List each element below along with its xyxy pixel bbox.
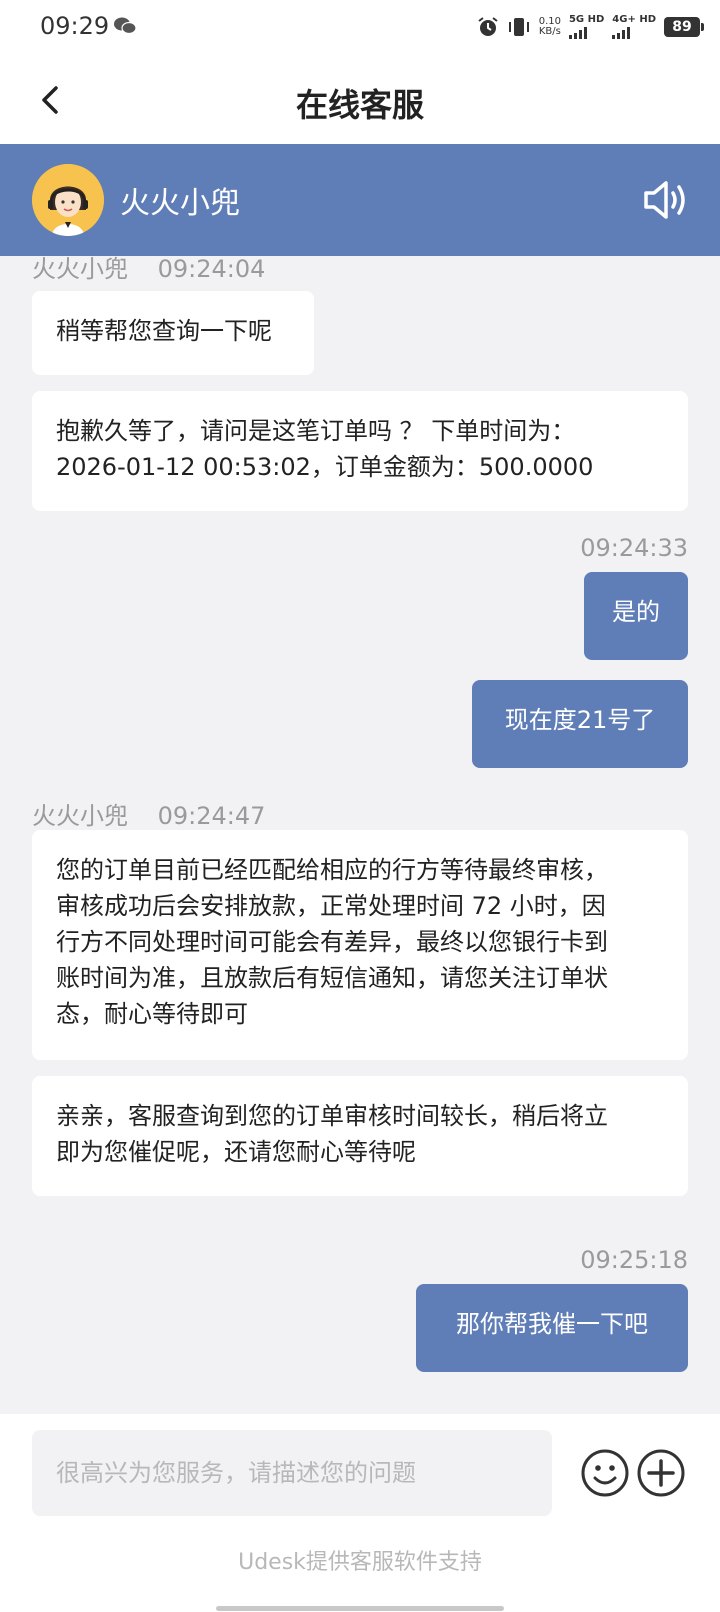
message-line: 态，耐心等待即可 (56, 1000, 248, 1028)
chat-page: 09:29 0.10 KB/s 5G HD 4G+ HD 89 在线客服 火火小… (0, 0, 720, 1612)
sender-name: 火火小兜 (32, 255, 128, 283)
agent-message-bubble: 您的订单目前已经匹配给相应的行方等待最终审核， 审核成功后会安排放款，正常处理时… (32, 830, 688, 1060)
alarm-icon (478, 17, 498, 36)
powered-by-text: Udesk提供客服软件支持 (238, 1550, 482, 1575)
message-time: 09:24:47 (157, 802, 266, 830)
emoji-icon[interactable] (580, 1448, 630, 1498)
plus-circle-icon[interactable] (636, 1448, 686, 1498)
signal-4g: 4G+ HD (612, 15, 656, 39)
message-time: 09:24:04 (157, 255, 266, 283)
speed-unit: KB/s (538, 26, 561, 37)
status-time: 09:29 (40, 12, 110, 40)
status-indicators: 0.10 KB/s 5G HD 4G+ HD 89 (477, 12, 704, 42)
message-input[interactable] (32, 1430, 552, 1516)
agent-message-bubble: 亲亲，客服查询到您的订单审核时间较长，稍后将立 即为您催促呢，还请您耐心等待呢 (32, 1076, 688, 1196)
message-line: 即为您催促呢，还请您耐心等待呢 (56, 1138, 416, 1166)
sender-name: 火火小兜 (32, 802, 128, 830)
message-time: 09:25:18 (580, 1246, 688, 1274)
page-title: 在线客服 (295, 86, 424, 124)
agent-avatar (32, 164, 104, 236)
message-text: 现在度21号了 (504, 706, 656, 734)
agent-name: 火火小兜 (120, 186, 240, 221)
battery-icon: 89 (664, 17, 704, 37)
signal-icon (568, 27, 604, 39)
message-time: 09:24:33 (580, 534, 688, 562)
message-text: 那你帮我催一下吧 (456, 1310, 648, 1338)
message-line: 亲亲，客服查询到您的订单审核时间较长，稍后将立 (56, 1102, 608, 1130)
agent-header: 火火小兜 (0, 144, 720, 256)
nav-bar: 在线客服 (0, 56, 720, 144)
signal-5g: 5G HD (568, 14, 605, 39)
agent-message-bubble: 稍等帮您查询一下呢 (32, 291, 314, 375)
customer-service-avatar-icon (32, 164, 104, 236)
wechat-icon (114, 17, 137, 35)
message-text: 是的 (612, 598, 660, 626)
user-message-bubble: 现在度21号了 (472, 680, 688, 768)
message-line: 行方不同处理时间可能会有差异，最终以您银行卡到 (56, 928, 608, 956)
message-meta: 火火小兜 09:24:47 (32, 796, 265, 831)
vibrate-icon (508, 18, 529, 36)
signal-icon (612, 27, 656, 39)
message-line: 审核成功后会安排放款，正常处理时间 72 小时，因 (56, 892, 606, 920)
speaker-icon[interactable] (642, 178, 690, 222)
message-meta: 火火小兜 09:24:04 (32, 249, 265, 284)
network-speed: 0.10 KB/s (539, 17, 561, 37)
net-label-1: 5G HD (568, 14, 605, 25)
message-line: 账时间为准，且放款后有短信通知，请您关注订单状 (56, 964, 608, 992)
user-message-bubble: 那你帮我催一下吧 (416, 1284, 688, 1372)
message-text: 稍等帮您查询一下呢 (56, 317, 272, 345)
message-line: 您的订单目前已经匹配给相应的行方等待最终审核， (56, 856, 608, 884)
input-area: Udesk提供客服软件支持 (0, 1414, 720, 1612)
status-bar: 09:29 0.10 KB/s 5G HD 4G+ HD 89 (0, 0, 720, 56)
home-indicator[interactable] (216, 1606, 504, 1611)
message-line: 抱歉久等了，请问是这笔订单吗 ？ 下单时间为： (56, 417, 576, 445)
net-label-2: 4G+ HD (612, 14, 656, 25)
message-line: 2026-01-12 00:53:02，订单金额为：500.0000 (56, 453, 594, 481)
agent-message-bubble: 抱歉久等了，请问是这笔订单吗 ？ 下单时间为： 2026-01-12 00:53… (32, 391, 688, 511)
user-message-bubble: 是的 (584, 572, 688, 660)
